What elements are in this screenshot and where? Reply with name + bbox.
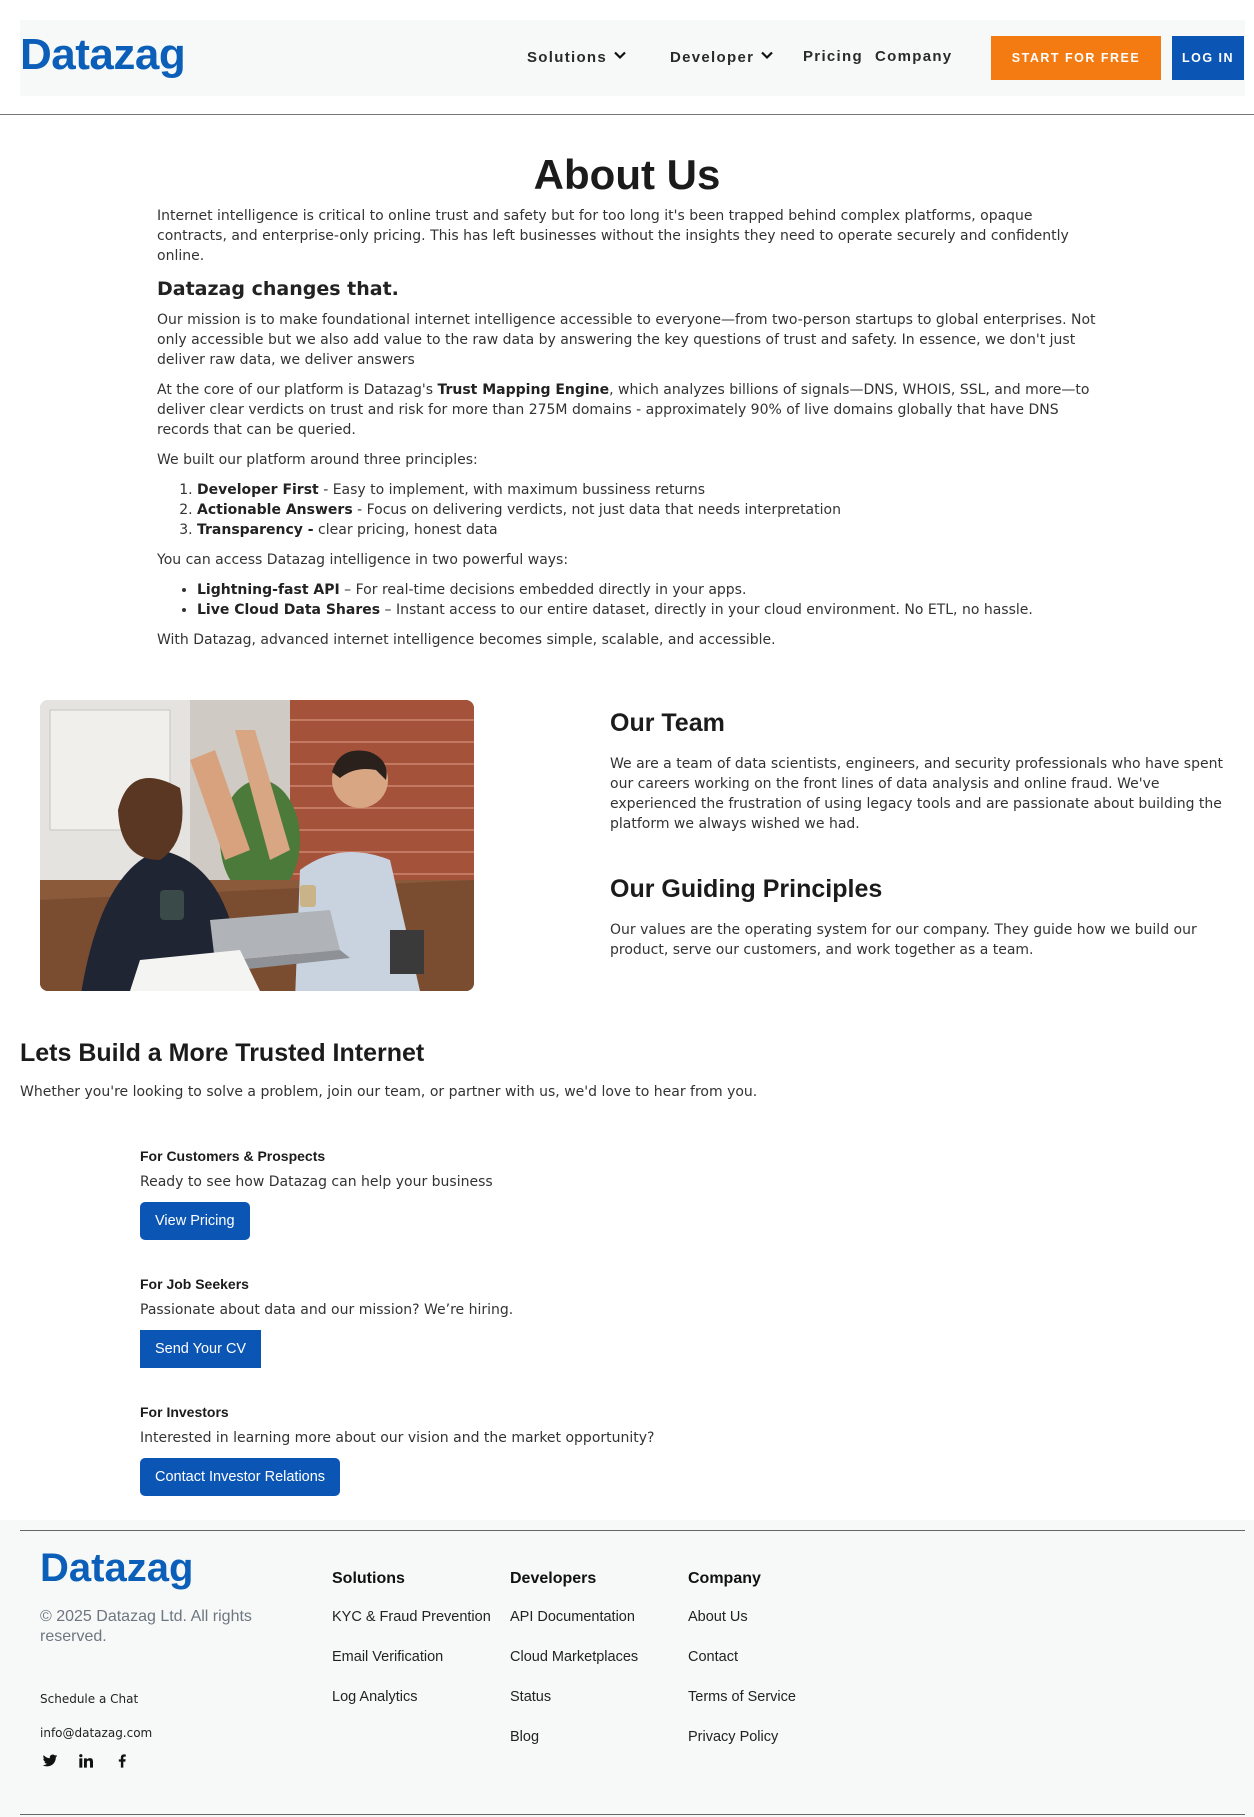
- list-item-text: - Focus on delivering verdicts, not just…: [352, 502, 841, 518]
- list-item: Actionable Answers - Focus on delivering…: [197, 500, 1097, 520]
- customers-block: For Customers & Prospects Ready to see h…: [140, 1148, 840, 1240]
- footer-link[interactable]: About Us: [688, 1608, 796, 1627]
- nav-company[interactable]: Company: [875, 48, 952, 65]
- access-list: Lightning-fast API – For real-time decis…: [197, 580, 1097, 620]
- access-intro: You can access Datazag intelligence in t…: [157, 552, 569, 568]
- principles-intro: We built our platform around three princ…: [157, 452, 478, 468]
- contact-section: Lets Build a More Trusted Internet Wheth…: [20, 1036, 1220, 1496]
- guiding-principles-body: Our values are the operating system for …: [610, 922, 1197, 958]
- footer-link[interactable]: Contact: [688, 1648, 796, 1667]
- logo[interactable]: Datazag: [20, 30, 186, 80]
- nav-developer-label: Developer: [670, 48, 755, 66]
- footer-link[interactable]: Status: [510, 1688, 638, 1707]
- job-seekers-text: Passionate about data and our mission? W…: [140, 1302, 514, 1318]
- team-photo: [40, 700, 474, 991]
- site-header: Datazag Solutions Developer Pricing Comp…: [20, 20, 1245, 96]
- nav-pricing-label: Pricing: [803, 48, 863, 65]
- investors-text: Interested in learning more about our vi…: [140, 1430, 655, 1446]
- footer-col-solutions: Solutions KYC & Fraud Prevention Email V…: [332, 1570, 491, 1728]
- team-title: Our Team: [610, 709, 725, 737]
- list-item: Live Cloud Data Shares – Instant access …: [197, 600, 1097, 620]
- about-core-bold: Trust Mapping Engine: [437, 382, 610, 398]
- footer-copyright: © 2025 Datazag Ltd. All rights reserved.: [40, 1608, 252, 1645]
- linkedin-icon[interactable]: [78, 1753, 94, 1773]
- view-pricing-button[interactable]: View Pricing: [140, 1202, 250, 1240]
- nav-company-label: Company: [875, 48, 953, 65]
- nav-pricing[interactable]: Pricing: [803, 48, 863, 65]
- list-item-bold: Lightning-fast API: [197, 582, 340, 598]
- list-item-bold: Live Cloud Data Shares: [197, 602, 381, 618]
- customers-text: Ready to see how Datazag can help your b…: [140, 1174, 493, 1190]
- send-cv-button[interactable]: Send Your CV: [140, 1330, 262, 1368]
- list-item-text: clear pricing, honest data: [313, 522, 498, 538]
- list-item-text: – For real-time decisions embedded direc…: [339, 582, 747, 598]
- contact-lead: Whether you're looking to solve a proble…: [20, 1084, 758, 1100]
- footer-link[interactable]: Email Verification: [332, 1648, 491, 1667]
- about-section: About Us Internet intelligence is critic…: [157, 150, 1097, 660]
- footer-link[interactable]: KYC & Fraud Prevention: [332, 1608, 491, 1627]
- footer-col-title: Developers: [510, 1570, 597, 1587]
- team-body: We are a team of data scientists, engine…: [610, 756, 1223, 832]
- team-section: Our Team We are a team of data scientist…: [610, 706, 1250, 960]
- principles-list: Developer First - Easy to implement, wit…: [197, 480, 1097, 540]
- list-item: Developer First - Easy to implement, wit…: [197, 480, 1097, 500]
- list-item-text: – Instant access to our entire dataset, …: [380, 602, 1033, 618]
- list-item-bold: Actionable Answers: [197, 502, 353, 518]
- about-subhead: Datazag changes that.: [157, 278, 399, 300]
- list-item: Lightning-fast API – For real-time decis…: [197, 580, 1097, 600]
- list-item: Transparency - clear pricing, honest dat…: [197, 520, 1097, 540]
- footer-col-title: Solutions: [332, 1570, 405, 1587]
- schedule-chat-link[interactable]: Schedule a Chat: [40, 1692, 138, 1706]
- footer-divider: [20, 1530, 1245, 1531]
- footer-logo[interactable]: Datazag: [40, 1546, 193, 1591]
- start-for-free-button[interactable]: START FOR FREE: [991, 36, 1161, 80]
- about-closing: With Datazag, advanced internet intellig…: [157, 632, 776, 648]
- contact-investor-relations-button[interactable]: Contact Investor Relations: [140, 1458, 341, 1496]
- footer-link[interactable]: Log Analytics: [332, 1688, 491, 1707]
- page-title: About Us: [533, 151, 721, 198]
- login-button[interactable]: LOG IN: [1172, 36, 1244, 80]
- email-link[interactable]: info@datazag.com: [40, 1726, 152, 1740]
- chevron-down-icon: [613, 48, 627, 66]
- nav-developer[interactable]: Developer: [670, 48, 774, 66]
- footer-link[interactable]: Cloud Marketplaces: [510, 1648, 638, 1667]
- job-seekers-title: For Job Seekers: [140, 1276, 249, 1292]
- list-item-text: - Easy to implement, with maximum bussin…: [318, 482, 706, 498]
- footer-col-developers: Developers API Documentation Cloud Marke…: [510, 1570, 638, 1768]
- footer-link[interactable]: Privacy Policy: [688, 1728, 796, 1747]
- list-item-bold: Transparency -: [197, 522, 314, 538]
- site-footer: Datazag © 2025 Datazag Ltd. All rights r…: [0, 1520, 1254, 1817]
- footer-col-title: Company: [688, 1570, 761, 1587]
- about-core: At the core of our platform is Datazag's…: [157, 380, 1097, 440]
- job-seekers-block: For Job Seekers Passionate about data an…: [140, 1276, 840, 1368]
- about-intro: Internet intelligence is critical to onl…: [157, 208, 1069, 264]
- footer-col-company: Company About Us Contact Terms of Servic…: [688, 1570, 796, 1768]
- footer-link[interactable]: Blog: [510, 1728, 638, 1747]
- footer-bottom-divider: [20, 1814, 1245, 1815]
- list-item-bold: Developer First: [197, 482, 319, 498]
- chevron-down-icon: [760, 48, 774, 66]
- contact-title: Lets Build a More Trusted Internet: [20, 1039, 425, 1067]
- nav-solutions[interactable]: Solutions: [527, 48, 627, 66]
- footer-link[interactable]: Terms of Service: [688, 1688, 796, 1707]
- investors-block: For Investors Interested in learning mor…: [140, 1404, 840, 1496]
- facebook-icon[interactable]: [114, 1753, 130, 1773]
- customers-title: For Customers & Prospects: [140, 1148, 326, 1164]
- footer-link[interactable]: API Documentation: [510, 1608, 638, 1627]
- about-core-pre: At the core of our platform is Datazag's: [157, 382, 438, 398]
- investors-title: For Investors: [140, 1404, 229, 1420]
- social-links: [42, 1753, 130, 1773]
- header-divider: [0, 114, 1254, 115]
- nav-solutions-label: Solutions: [527, 48, 608, 66]
- twitter-icon[interactable]: [42, 1753, 58, 1773]
- about-mission: Our mission is to make foundational inte…: [157, 312, 1096, 368]
- guiding-principles-title: Our Guiding Principles: [610, 875, 883, 903]
